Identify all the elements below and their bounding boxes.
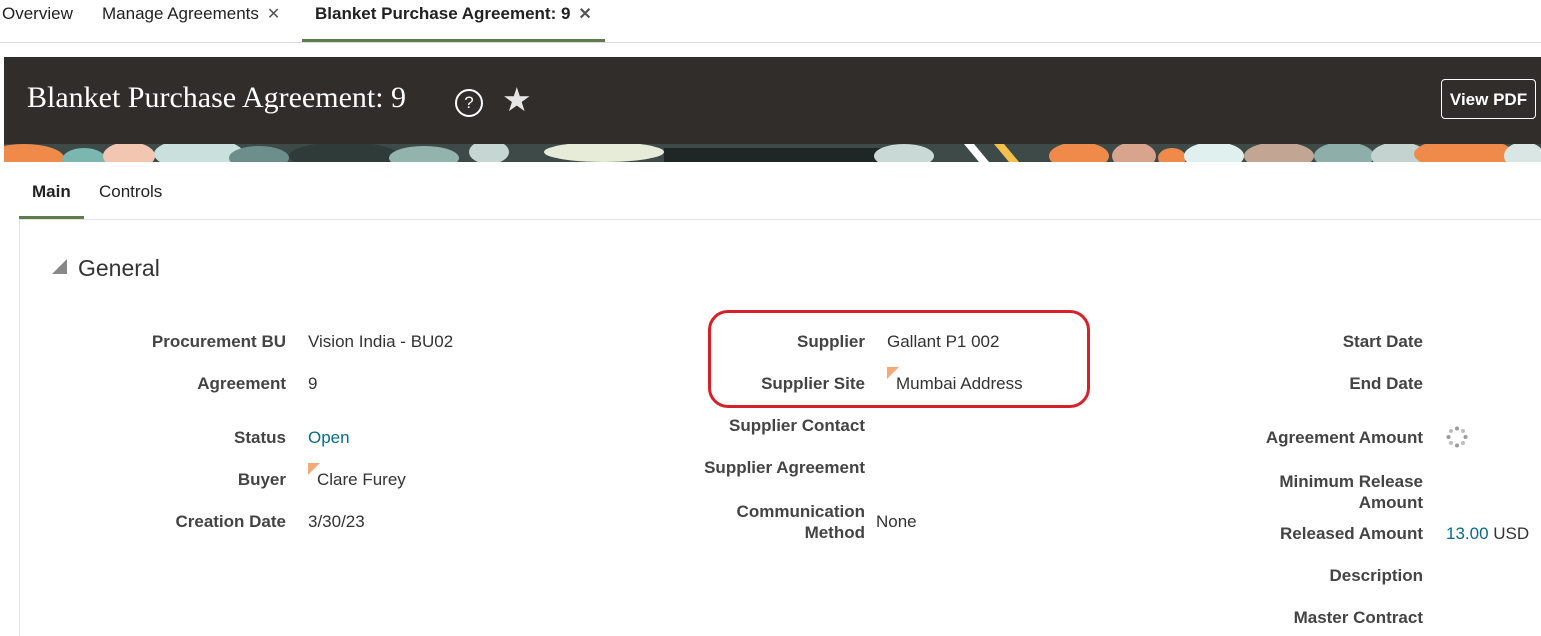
supplier-site-label: Supplier Site [761,374,865,393]
released-amount-value: 13.00 USD [1446,523,1529,544]
communication-method-label: Communication Method [737,501,865,543]
help-icon[interactable]: ? [455,89,483,117]
sub-tab-bar: Main Controls [19,168,1541,220]
label-line: Method [804,523,865,542]
released-amount-link[interactable]: 13.00 [1446,524,1489,543]
master-contract-label: Master Contract [1293,608,1423,627]
tab-bar: Overview Manage Agreements ✕ Blanket Purc… [0,0,1541,43]
tab-label: Blanket Purchase Agreement: 9 [315,4,571,23]
tab-blanket-purchase-agreement[interactable]: Blanket Purchase Agreement: 9 ✕ [302,0,605,42]
supplier-value: Gallant P1 002 [887,332,1000,351]
loading-spinner-icon [1446,426,1468,448]
label-line: Communication [736,502,865,521]
view-pdf-button[interactable]: View PDF [1441,79,1536,119]
creation-date-value: 3/30/23 [308,512,365,531]
label-line: Amount [1358,493,1423,512]
tab-controls[interactable]: Controls [99,168,162,216]
agreement-label: Agreement [197,374,286,393]
start-date-label: Start Date [1342,332,1423,351]
agreement-amount-label: Agreement Amount [1265,428,1423,447]
end-date-label: End Date [1349,374,1423,393]
creation-date-label: Creation Date [175,512,286,531]
communication-method-value: None [876,512,917,531]
close-icon[interactable]: ✕ [578,6,591,23]
supplier-label: Supplier [796,332,865,351]
procurement-bu-value: Vision India - BU02 [308,332,454,351]
status-link[interactable]: Open [308,427,350,448]
supplier-site-name: Mumbai Address [896,374,1023,393]
label-line: Minimum Release [1279,472,1423,491]
tab-overview[interactable]: Overview [2,0,73,42]
supplier-site-value[interactable]: Mumbai Address [887,367,1023,394]
tab-manage-agreements[interactable]: Manage Agreements ✕ [102,0,280,42]
released-amount-label: Released Amount [1280,524,1423,543]
collapse-triangle-icon[interactable] [52,259,67,274]
section-general-header[interactable]: General [52,255,160,282]
decorative-banner [4,144,1541,162]
supplier-agreement-label: Supplier Agreement [704,458,865,477]
page-header: Blanket Purchase Agreement: 9 ? ★ View P… [4,57,1541,162]
buyer-label: Buyer [237,470,286,489]
tab-label: Manage Agreements [102,4,259,23]
description-label: Description [1329,566,1423,585]
supplier-contact-label: Supplier Contact [728,416,865,435]
minimum-release-amount-label: Minimum Release Amount [1279,471,1423,513]
section-title: General [78,255,160,281]
buyer-name: Clare Furey [317,470,406,489]
page-title: Blanket Purchase Agreement: 9 [27,81,407,114]
agreement-value: 9 [308,374,318,393]
procurement-bu-label: Procurement BU [151,332,286,351]
tab-main[interactable]: Main [19,168,84,219]
content-border [19,220,20,636]
status-label: Status [234,428,286,447]
tab-label: Overview [2,4,73,23]
buyer-value[interactable]: Clare Furey [308,463,406,490]
star-icon[interactable]: ★ [502,82,532,118]
close-icon[interactable]: ✕ [267,6,280,23]
currency-code: USD [1493,524,1530,543]
